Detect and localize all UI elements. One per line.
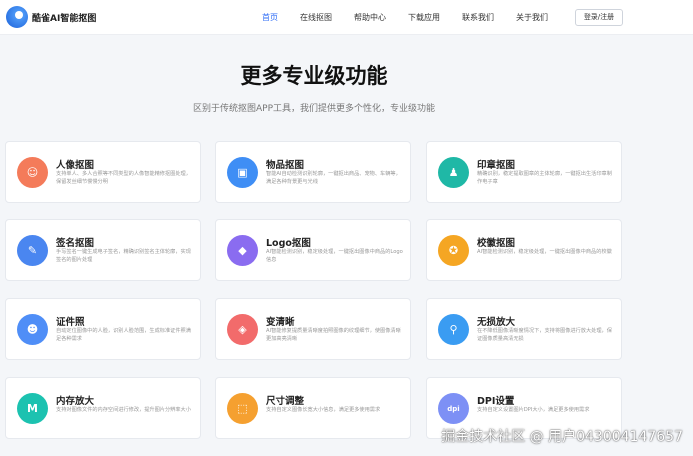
feature-description: AI智能检测识别，稳定级处理，一键抠出图像中商品的Logo信息 <box>266 249 403 263</box>
feature-description: 支持对图像文件的内存空间进行修改，提升图片分辨率大小 <box>56 407 191 413</box>
id-photo-icon: ☻ <box>17 314 48 345</box>
feature-card[interactable]: ✪ 校徽抠图 AI智能检测识别，稳定级处理，一键抠出图像中商品的校徽 <box>426 219 622 281</box>
logo-icon: ◆ <box>227 235 258 266</box>
portrait-icon: ☺ <box>17 157 48 188</box>
top-navbar: 酷雀AI智能抠图 首页 在线抠图 帮助中心 下载应用 联系我们 关于我们 登录/… <box>0 0 693 35</box>
feature-description: AI智能检测识别，稳定级处理，一键抠出图像中商品的校徽 <box>477 249 612 255</box>
brand-logo[interactable]: 酷雀AI智能抠图 <box>6 6 96 28</box>
feature-card[interactable]: ⚲ 无损放大 在不降低图像清晰度情况下，支持将图像进行放大处理，保证图像质量高清无损 <box>426 298 622 360</box>
feature-card[interactable]: ◆ Logo抠图 AI智能检测识别，稳定级处理，一键抠出图像中商品的Logo信息 <box>215 219 411 281</box>
watermark: 掘金技术社区 @ 用户043004147657 <box>441 429 683 445</box>
feature-description: AI智能修复提质量清晰度拍照图像的纹理细节，使图像清晰更加高亮清晰 <box>266 328 401 342</box>
pen-icon: ✎ <box>17 235 48 266</box>
nav-item-about[interactable]: 关于我们 <box>516 0 548 35</box>
feature-title: 物品抠图 <box>266 160 305 171</box>
bird-logo-icon <box>6 6 28 28</box>
feature-card[interactable]: M 内存放大 支持对图像文件的内存空间进行修改，提升图片分辨率大小 <box>5 377 201 439</box>
feature-description: 自动定位图像中的人脸，识别人脸范围，生成标准证件照满足各种需求 <box>56 328 191 342</box>
feature-title: Logo抠图 <box>266 238 311 249</box>
brand-name: 酷雀AI智能抠图 <box>32 13 97 24</box>
sharpen-icon: ◈ <box>227 314 258 345</box>
feature-description: 支持自定义图像长宽大小信息，满足更多使用需求 <box>266 407 381 413</box>
feature-card[interactable]: ◈ 变清晰 AI智能修复提质量清晰度拍照图像的纹理细节，使图像清晰更加高亮清晰 <box>215 298 411 360</box>
feature-title: 校徽抠图 <box>477 238 516 249</box>
nav-item-help[interactable]: 帮助中心 <box>354 0 386 35</box>
feature-card[interactable]: ☺ 人像抠图 支持单人、多人合照等不同类型的人像智能精修抠图处理，保留发丝细节慢慢分… <box>5 141 201 203</box>
feature-card[interactable]: ☻ 证件照 自动定位图像中的人脸，识别人脸范围，生成标准证件照满足各种需求 <box>5 298 201 360</box>
nav-item-online-cutout[interactable]: 在线抠图 <box>300 0 332 35</box>
badge-icon: ✪ <box>438 235 469 266</box>
dpi-icon: dpi <box>438 393 469 424</box>
feature-title: 印章抠图 <box>477 160 516 171</box>
section-subtitle: 区别于传统抠图APP工具，我们提供更多个性化，专业级功能 <box>192 104 435 114</box>
login-register-button[interactable]: 登录/注册 <box>575 9 623 26</box>
memory-icon: M <box>17 393 48 424</box>
feature-description: 支持自定义设置图片DPI大小，满足更多使用需求 <box>477 407 590 413</box>
feature-title: 变清晰 <box>266 317 295 328</box>
feature-title: 无损放大 <box>477 317 516 328</box>
nav-item-download[interactable]: 下载应用 <box>408 0 440 35</box>
feature-title: DPI设置 <box>477 396 515 407</box>
feature-card[interactable]: ✎ 签名抠图 手写签名一键生成电子签名，精确识别签名主体轮廓，实现签名的图片处理 <box>5 219 201 281</box>
section-title: 更多专业级功能 <box>240 64 388 88</box>
crop-icon: ⬚ <box>227 393 258 424</box>
feature-title: 尺寸调整 <box>266 396 305 407</box>
feature-card[interactable]: ⬚ 尺寸调整 支持自定义图像长宽大小信息，满足更多使用需求 <box>215 377 411 439</box>
feature-title: 人像抠图 <box>56 160 95 171</box>
feature-description: 在不降低图像清晰度情况下，支持将图像进行放大处理，保证图像质量高清无损 <box>477 328 612 342</box>
magnifier-icon: ⚲ <box>438 314 469 345</box>
stamp-icon: ♟ <box>438 157 469 188</box>
feature-description: 智能AI自动检测识别轮廓，一键抠出商品、宠物、车辆等，满足各种背景更与光线 <box>266 171 401 185</box>
nav-item-home[interactable]: 首页 <box>262 0 278 35</box>
box-icon: ▣ <box>227 157 258 188</box>
nav-item-contact[interactable]: 联系我们 <box>462 0 494 35</box>
feature-title: 证件照 <box>56 317 85 328</box>
feature-description: 支持单人、多人合照等不同类型的人像智能精修抠图处理，保留发丝细节慢慢分明 <box>56 171 191 185</box>
feature-description: 手写签名一键生成电子签名，精确识别签名主体轮廓，实现签名的图片处理 <box>56 249 191 263</box>
feature-description: 精确识别，稳定提取图章的主体轮廓，一键抠出生活印章制作电子章 <box>477 171 612 185</box>
feature-card[interactable]: ▣ 物品抠图 智能AI自动检测识别轮廓，一键抠出商品、宠物、车辆等，满足各种背景更与… <box>215 141 411 203</box>
feature-card[interactable]: ♟ 印章抠图 精确识别，稳定提取图章的主体轮廓，一键抠出生活印章制作电子章 <box>426 141 622 203</box>
feature-title: 签名抠图 <box>56 238 95 249</box>
main-menu: 首页 在线抠图 帮助中心 下载应用 联系我们 关于我们 <box>262 0 570 35</box>
feature-title: 内存放大 <box>56 396 95 407</box>
